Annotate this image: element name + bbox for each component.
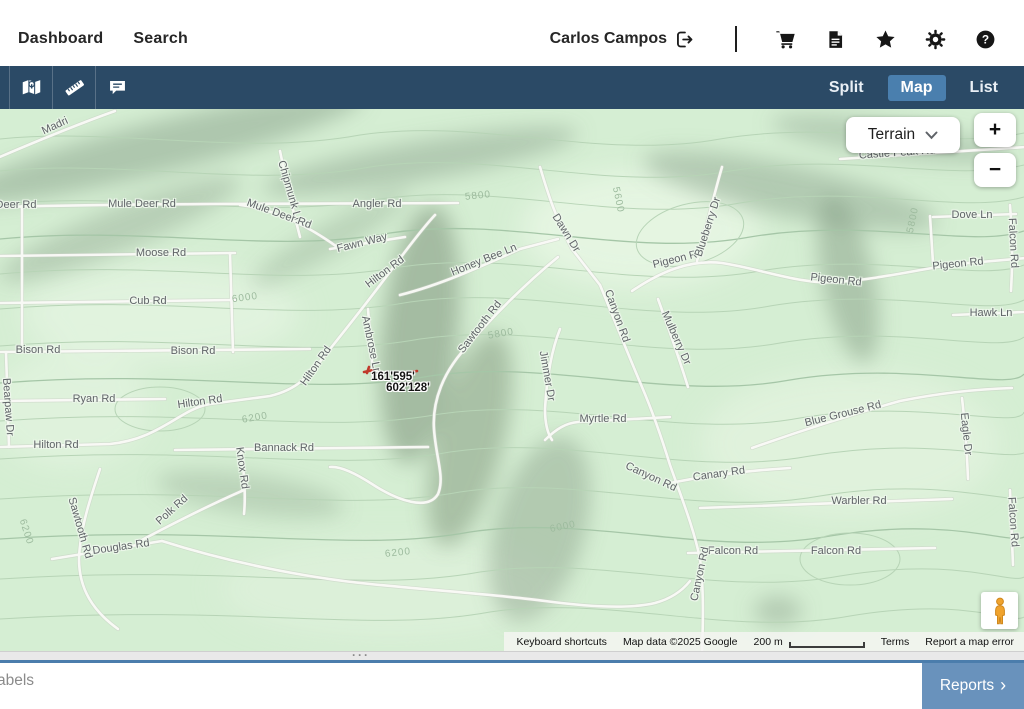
view-toggle: Split Map List bbox=[829, 66, 1024, 109]
map-toolbar: Split Map List bbox=[0, 66, 1024, 109]
map-type-label: Terrain bbox=[868, 126, 915, 144]
nav-search[interactable]: Search bbox=[133, 30, 188, 48]
logout-icon[interactable] bbox=[674, 29, 695, 50]
ruler-icon bbox=[64, 77, 85, 98]
panel-splitter[interactable]: ··· bbox=[0, 651, 1024, 660]
comment-icon bbox=[107, 77, 128, 98]
chevron-right-icon: › bbox=[1000, 676, 1006, 694]
help-icon[interactable]: ? bbox=[975, 29, 996, 50]
terrain-layer bbox=[0, 109, 1024, 651]
map-scale: 200 m bbox=[754, 636, 865, 648]
user-menu[interactable]: Carlos Campos bbox=[550, 29, 695, 50]
map-data-credit: Map data ©2025 Google bbox=[623, 636, 738, 648]
zoom-in-button[interactable]: + bbox=[974, 113, 1016, 147]
map-tool-button[interactable] bbox=[9, 66, 52, 109]
header-divider bbox=[735, 26, 737, 52]
keyboard-shortcuts-link[interactable]: Keyboard shortcuts bbox=[516, 636, 606, 648]
svg-text:?: ? bbox=[982, 32, 989, 46]
map-type-control[interactable]: Terrain bbox=[846, 117, 960, 153]
street-view-pegman[interactable] bbox=[981, 592, 1018, 629]
splitter-handle[interactable]: ··· bbox=[352, 648, 370, 662]
view-list[interactable]: List bbox=[970, 79, 998, 97]
measure-tool-button[interactable] bbox=[52, 66, 95, 109]
chevron-down-icon bbox=[925, 131, 938, 140]
map-canvas[interactable]: MadriDeer RdMule Deer RdChipmunk LnMule … bbox=[0, 109, 1024, 651]
reports-button[interactable]: Reports › bbox=[922, 663, 1024, 709]
comment-tool-button[interactable] bbox=[95, 66, 138, 109]
user-name: Carlos Campos bbox=[550, 30, 667, 48]
zoom-out-button[interactable]: − bbox=[974, 153, 1016, 187]
scale-label: 200 m bbox=[754, 636, 783, 648]
panel-label: abels bbox=[0, 672, 34, 690]
cart-icon[interactable] bbox=[775, 29, 796, 50]
view-map[interactable]: Map bbox=[888, 75, 946, 101]
gear-icon[interactable] bbox=[925, 29, 946, 50]
bottom-panel: abels Reports › bbox=[0, 663, 1024, 709]
scale-bar bbox=[789, 642, 865, 648]
reports-button-label: Reports bbox=[940, 677, 994, 695]
map-attribution: Keyboard shortcuts Map data ©2025 Google… bbox=[504, 632, 1024, 651]
star-icon[interactable] bbox=[875, 29, 896, 50]
main-nav: Dashboard Search bbox=[0, 8, 188, 48]
terms-link[interactable]: Terms bbox=[881, 636, 910, 648]
map-tool-icon bbox=[21, 77, 42, 98]
report-error-link[interactable]: Report a map error bbox=[925, 636, 1014, 648]
nav-dashboard[interactable]: Dashboard bbox=[18, 30, 103, 48]
view-split[interactable]: Split bbox=[829, 79, 864, 97]
app-header: Dashboard Search Carlos Campos bbox=[0, 0, 1024, 66]
document-icon[interactable] bbox=[825, 29, 846, 50]
